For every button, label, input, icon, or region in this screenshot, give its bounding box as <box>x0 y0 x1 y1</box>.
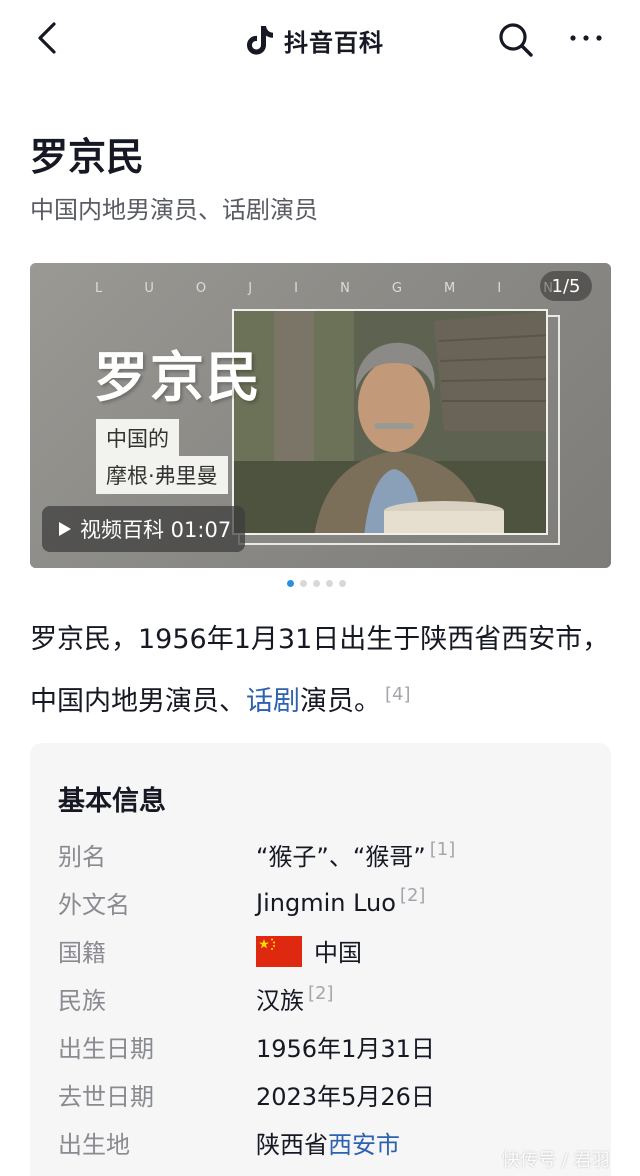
poster-tag-line-2: 摩根·弗里曼 <box>96 456 228 494</box>
summary-paragraph: 罗京民，1956年1月31日出生于陕西省西安市，中国内地男演员、话剧演员。 [4] <box>30 612 620 729</box>
info-row-nationality: 国籍 中国 <box>58 923 598 971</box>
media-letter: O <box>195 281 209 296</box>
info-key: 去世日期 <box>58 1083 154 1111</box>
china-flag-icon <box>256 936 302 967</box>
info-value: 汉族 [2] <box>256 981 334 1016</box>
media-letter: J <box>248 281 255 296</box>
media-letter-row: L U O J I N G M I N <box>95 281 555 296</box>
info-value: 陕西省西安市 <box>256 1125 400 1160</box>
media-letter: I <box>294 281 300 296</box>
info-key: 国籍 <box>58 939 106 967</box>
carousel-dot-active[interactable] <box>287 580 294 587</box>
ethnicity-value: 汉族 <box>256 987 304 1015</box>
info-value: 1956年1月31日 <box>256 1035 435 1063</box>
basic-info-title: 基本信息 <box>58 786 166 817</box>
poster-tag-line-1: 中国的 <box>96 419 179 457</box>
info-row-death-date: 去世日期 2023年5月26日 <box>58 1067 598 1115</box>
citation-ref[interactable]: [2] <box>400 885 426 906</box>
page-subtitle: 中国内地男演员、话剧演员 <box>30 196 318 224</box>
media-letter: U <box>144 281 156 296</box>
carousel-dot[interactable] <box>300 580 307 587</box>
birthplace-city-link[interactable]: 西安市 <box>328 1131 400 1159</box>
info-row-ethnicity: 民族 汉族 [2] <box>58 971 598 1019</box>
search-icon[interactable] <box>495 19 535 59</box>
info-row-alias: 别名 “猴子”、“猴哥” [1] <box>58 827 598 875</box>
chevron-left-icon[interactable] <box>30 20 66 56</box>
birthplace-province: 陕西省 <box>256 1131 328 1159</box>
info-row-birth-date: 出生日期 1956年1月31日 <box>58 1019 598 1067</box>
info-value: “猴子”、“猴哥” [1] <box>256 837 455 872</box>
top-bar: 抖音百科 <box>0 0 640 82</box>
carousel-dot[interactable] <box>339 580 346 587</box>
media-carousel[interactable]: L U O J I N G M I N 罗京民 中国的 摩根·弗里曼 1/5 视… <box>30 263 611 568</box>
info-key: 别名 <box>58 843 106 871</box>
watermark: 快传号 / 君羽 <box>502 1150 610 1171</box>
portrait-illustration <box>234 311 546 533</box>
media-letter: I <box>497 281 504 296</box>
info-key: 民族 <box>58 987 106 1015</box>
basic-info-card: 基本信息 别名 “猴子”、“猴哥” [1] 外文名 Jingmin Luo [2] … <box>30 743 611 1176</box>
drama-link[interactable]: 话剧 <box>246 686 300 717</box>
info-value: 中国 <box>256 933 362 968</box>
carousel-dot[interactable] <box>313 580 320 587</box>
douyin-logo-icon <box>247 26 273 55</box>
media-letter: N <box>340 281 352 296</box>
media-letter: G <box>391 281 404 296</box>
more-horizontal-icon[interactable] <box>568 26 604 50</box>
brand: 抖音百科 <box>244 20 384 60</box>
info-key: 出生地 <box>58 1131 130 1159</box>
info-key: 出生日期 <box>58 1035 154 1063</box>
summary-text-end: 演员。 <box>300 686 381 717</box>
media-letter: M <box>444 281 458 296</box>
brand-name: 抖音百科 <box>284 28 384 57</box>
foreign-name-value: Jingmin Luo <box>256 889 396 917</box>
play-icon <box>59 522 71 536</box>
nationality-value: 中国 <box>314 939 362 967</box>
info-row-foreign-name: 外文名 Jingmin Luo [2] <box>58 875 598 923</box>
citation-ref[interactable]: [2] <box>308 983 334 1004</box>
portrait-photo <box>232 309 548 535</box>
slide-counter: 1/5 <box>540 271 592 301</box>
page-title: 罗京民 <box>30 135 145 179</box>
carousel-indicator <box>287 580 346 587</box>
carousel-dot[interactable] <box>326 580 333 587</box>
poster-name: 罗京民 <box>94 345 262 409</box>
video-label: 视频百科 01:07 <box>80 518 232 542</box>
citation-ref[interactable]: [1] <box>430 839 456 860</box>
video-encyclopedia-button[interactable]: 视频百科 01:07 <box>42 506 246 552</box>
info-value: 2023年5月26日 <box>256 1083 435 1111</box>
media-letter: L <box>95 281 105 296</box>
info-value: Jingmin Luo [2] <box>256 885 425 917</box>
citation-ref[interactable]: [4] <box>385 684 411 705</box>
info-key: 外文名 <box>58 891 130 919</box>
alias-value: “猴子”、“猴哥” <box>256 843 426 871</box>
